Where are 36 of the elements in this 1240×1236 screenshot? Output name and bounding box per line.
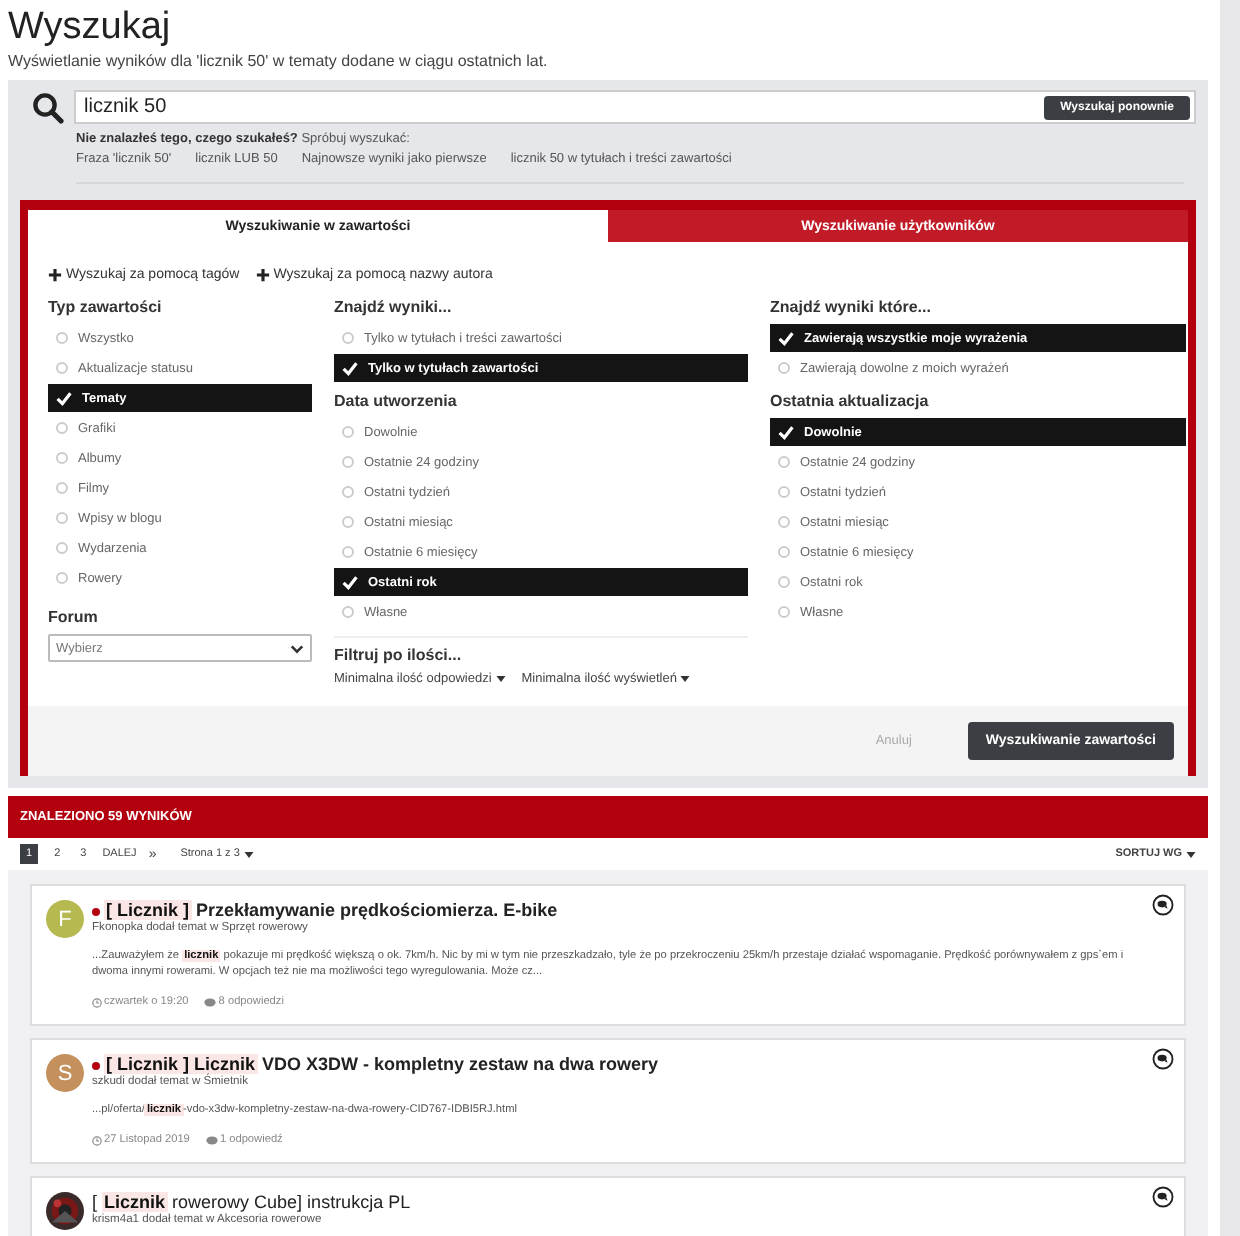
check-icon (56, 390, 72, 406)
result-card[interactable] (30, 1038, 1186, 1164)
check-icon (342, 360, 358, 376)
group-title: Ostatnia aktualizacja (770, 392, 931, 410)
check-icon (778, 330, 794, 346)
clock-icon (92, 1135, 102, 1145)
speech-bubble-icon (204, 997, 217, 1007)
caret-icon (243, 851, 254, 857)
group-title: Znajdź wyniki które... (770, 298, 933, 316)
chat-icon (1152, 1048, 1174, 1070)
group-title: Filtruj po ilości... (334, 646, 464, 664)
plus-icon (48, 268, 62, 282)
group-title: Typ zawartości (48, 298, 164, 316)
avatar: S (46, 1054, 84, 1092)
chat-icon (1152, 1186, 1174, 1208)
check-icon (778, 424, 794, 440)
plus-icon (255, 268, 270, 282)
result-title[interactable]: [ Licznik ] Licznik VDO X3DW - kompletny zestaw na dwa rowery (104, 1054, 659, 1076)
chat-icon (1152, 894, 1174, 916)
group-title: Znajdź wyniki... (334, 298, 454, 316)
clock-icon (92, 997, 102, 1007)
check-icon (342, 574, 358, 590)
caret-icon (1186, 851, 1196, 857)
result-card[interactable] (30, 884, 1186, 1026)
group-title: Forum (48, 608, 100, 626)
avatar: F (46, 900, 84, 938)
result-title[interactable]: [ Licznik ] Przekłamywanie prędkościomierza. E-bike (104, 900, 558, 922)
result-title[interactable]: [ Licznik rowerowy Cube] instrukcja PL (92, 1192, 411, 1214)
group-title: Data utworzenia (334, 392, 459, 410)
speech-bubble-icon (205, 1135, 218, 1145)
chevron-down-icon (290, 643, 304, 653)
page-title: Wyszukaj (6, 4, 173, 50)
page-subtitle: Wyświetlanie wyników dla 'licznik 50' w tematy dodane w ciągu ostatnich lat. (6, 50, 550, 74)
caret-icon (680, 676, 691, 682)
search-icon (32, 91, 64, 123)
caret-icon (495, 676, 506, 682)
